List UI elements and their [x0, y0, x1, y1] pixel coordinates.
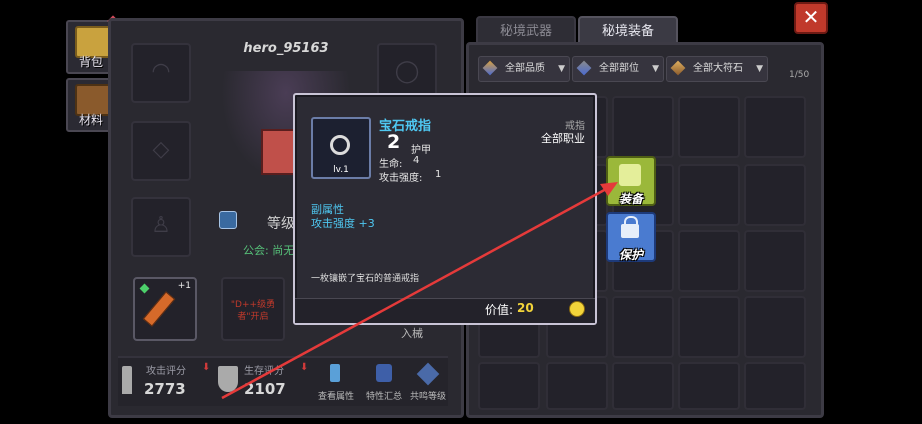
arrow-line — [221, 186, 609, 400]
arrow-head — [600, 182, 618, 196]
annotation-arrow — [221, 182, 618, 400]
